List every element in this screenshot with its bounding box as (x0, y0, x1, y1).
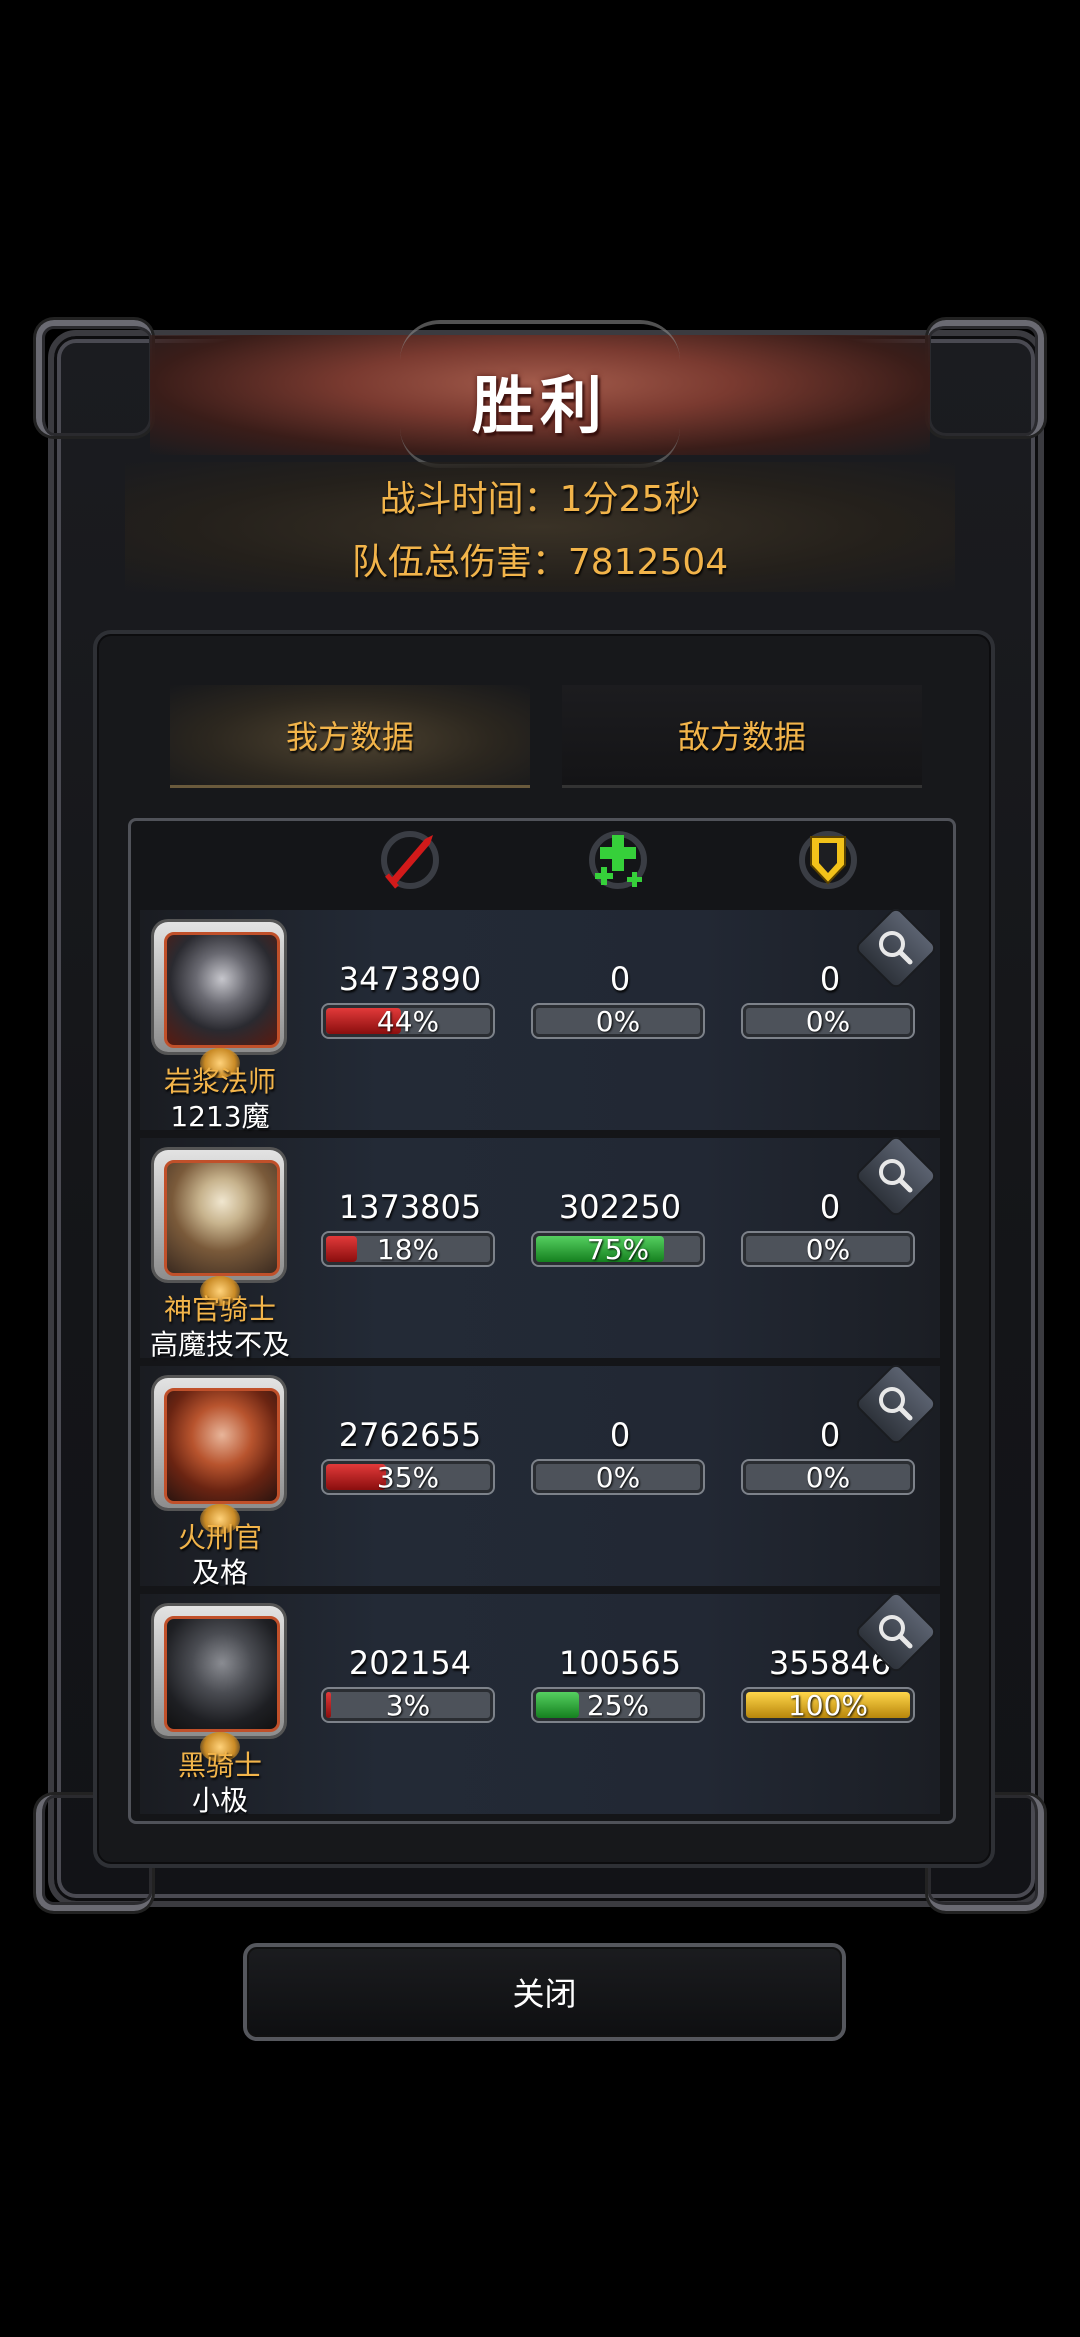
table-row: 火刑官 及格 2762655 35% 0 0% 0 0% (140, 1364, 940, 1589)
heal-value: 100565 (558, 1644, 682, 1682)
tank-bar: 0% (743, 1233, 913, 1265)
table-row: 岩浆法师 1213魔 3473890 44% 0 0% 0 0% (140, 908, 940, 1133)
heal-bar: 0% (533, 1461, 703, 1493)
detail-search-button[interactable] (856, 1136, 936, 1216)
detail-search-button[interactable] (856, 1592, 936, 1672)
damage-bar: 18% (323, 1233, 493, 1265)
avatar (164, 1160, 280, 1276)
damage-value: 2762655 (338, 1416, 482, 1454)
close-button[interactable]: 关闭 (243, 1943, 846, 2041)
tank-bar: 0% (743, 1461, 913, 1493)
table-row: 黑骑士 小极 202154 3% 100565 25% 355846 100% (140, 1592, 940, 1817)
heal-bar: 25% (533, 1689, 703, 1721)
hero-name: 黑骑士 (177, 1749, 262, 1782)
hero-portrait[interactable] (154, 1606, 284, 1736)
damage-percent: 44% (376, 1005, 440, 1037)
tab-our-data[interactable]: 我方数据 (170, 685, 530, 788)
team-total-damage: 队伍总伤害：7812504 (351, 542, 729, 583)
heal-value: 302250 (558, 1188, 682, 1226)
search-icon (879, 1159, 913, 1193)
table-row: 神官骑士 高魔技不及 1373805 18% 302250 75% 0 0% (140, 1136, 940, 1361)
avatar (164, 1616, 280, 1732)
battle-time: 战斗时间：1分25秒 (379, 479, 701, 520)
tank-percent: 100% (787, 1689, 869, 1721)
search-icon (879, 1615, 913, 1649)
tank-bar: 100% (743, 1689, 913, 1721)
heal-bar: 75% (533, 1233, 703, 1265)
damage-percent: 35% (376, 1461, 440, 1493)
player-name: 及格 (191, 1556, 248, 1589)
result-title: 胜利 (471, 369, 608, 442)
player-name: 高魔技不及 (149, 1328, 290, 1361)
damage-bar: 44% (323, 1005, 493, 1037)
heal-percent: 75% (586, 1233, 650, 1265)
heal-percent: 25% (586, 1689, 650, 1721)
damage-sword-icon (370, 825, 450, 895)
damage-percent: 18% (376, 1233, 440, 1265)
hero-portrait[interactable] (154, 922, 284, 1052)
heal-value: 0 (609, 960, 631, 998)
search-icon (879, 1387, 913, 1421)
avatar (164, 932, 280, 1048)
hero-name: 岩浆法师 (163, 1065, 276, 1098)
heal-percent: 0% (595, 1005, 641, 1037)
shield-icon (788, 825, 868, 895)
hero-portrait[interactable] (154, 1150, 284, 1280)
damage-value: 202154 (348, 1644, 472, 1682)
tab-enemy-data[interactable]: 敌方数据 (562, 685, 922, 788)
tank-percent: 0% (805, 1233, 851, 1265)
heal-value: 0 (609, 1416, 631, 1454)
heal-percent: 0% (595, 1461, 641, 1493)
avatar (164, 1388, 280, 1504)
hero-name: 火刑官 (177, 1521, 262, 1554)
damage-value: 3473890 (338, 960, 482, 998)
damage-bar: 35% (323, 1461, 493, 1493)
heal-bar: 0% (533, 1005, 703, 1037)
damage-bar: 3% (323, 1689, 493, 1721)
hero-name: 神官骑士 (163, 1293, 276, 1326)
detail-search-button[interactable] (856, 908, 936, 988)
hero-portrait[interactable] (154, 1378, 284, 1508)
tank-percent: 0% (805, 1005, 851, 1037)
damage-value: 1373805 (338, 1188, 482, 1226)
tank-percent: 0% (805, 1461, 851, 1493)
damage-percent: 3% (385, 1689, 431, 1721)
player-name: 1213魔 (170, 1100, 270, 1133)
search-icon (879, 931, 913, 965)
player-name: 小极 (191, 1784, 248, 1817)
detail-search-button[interactable] (856, 1364, 936, 1444)
heal-cross-icon (578, 825, 658, 895)
tank-bar: 0% (743, 1005, 913, 1037)
